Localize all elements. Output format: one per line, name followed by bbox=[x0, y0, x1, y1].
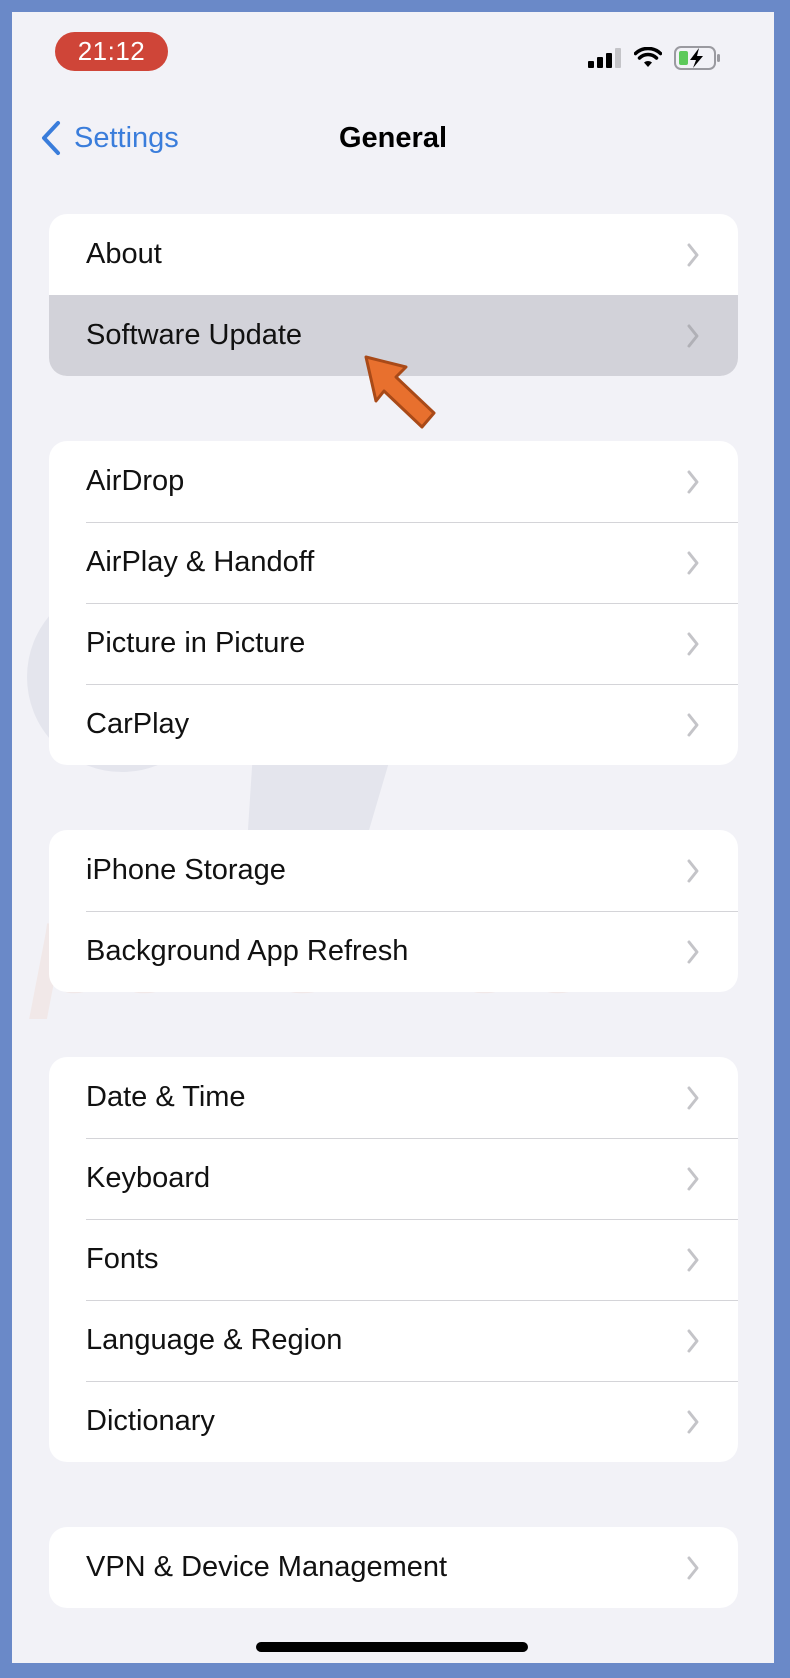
row-label: Keyboard bbox=[86, 1162, 211, 1194]
row-dictionary[interactable]: Dictionary bbox=[49, 1381, 738, 1462]
row-airdrop[interactable]: AirDrop bbox=[49, 441, 738, 522]
chevron-right-icon bbox=[687, 324, 699, 348]
row-picture-in-picture[interactable]: Picture in Picture bbox=[49, 603, 738, 684]
row-about[interactable]: About bbox=[49, 214, 738, 295]
row-label: Picture in Picture bbox=[86, 627, 306, 659]
settings-group-1: About Software Update bbox=[49, 214, 738, 376]
chevron-right-icon bbox=[687, 713, 699, 737]
status-icons bbox=[588, 46, 722, 70]
row-label: VPN & Device Management bbox=[86, 1551, 448, 1583]
phone-screen: pcrisk.com 21:12 Settings General bbox=[12, 12, 774, 1663]
battery-charging-icon bbox=[674, 46, 720, 70]
row-label: Date & Time bbox=[86, 1081, 246, 1113]
home-indicator[interactable] bbox=[256, 1642, 528, 1652]
row-label: AirDrop bbox=[86, 465, 185, 497]
row-label: About bbox=[86, 238, 162, 270]
time-text: 21:12 bbox=[77, 36, 146, 66]
status-time: 21:12 bbox=[55, 32, 168, 71]
settings-group-2: AirDrop AirPlay & Handoff Picture in Pic… bbox=[49, 441, 738, 765]
row-label: AirPlay & Handoff bbox=[86, 546, 315, 578]
row-background-app-refresh[interactable]: Background App Refresh bbox=[49, 911, 738, 992]
settings-group-4: Date & Time Keyboard Fonts Language & Re… bbox=[49, 1057, 738, 1462]
chevron-right-icon bbox=[687, 1410, 699, 1434]
row-iphone-storage[interactable]: iPhone Storage bbox=[49, 830, 738, 911]
row-keyboard[interactable]: Keyboard bbox=[49, 1138, 738, 1219]
chevron-right-icon bbox=[687, 1248, 699, 1272]
row-label: Background App Refresh bbox=[86, 935, 409, 967]
settings-group-5: VPN & Device Management bbox=[49, 1527, 738, 1608]
cellular-signal-icon bbox=[588, 48, 621, 68]
row-label: Software Update bbox=[86, 319, 303, 351]
row-label: Language & Region bbox=[86, 1324, 343, 1356]
row-fonts[interactable]: Fonts bbox=[49, 1219, 738, 1300]
row-label: CarPlay bbox=[86, 708, 190, 740]
row-label: Fonts bbox=[86, 1243, 159, 1275]
row-carplay[interactable]: CarPlay bbox=[49, 684, 738, 765]
row-vpn-device-management[interactable]: VPN & Device Management bbox=[49, 1527, 738, 1608]
chevron-right-icon bbox=[687, 632, 699, 656]
chevron-right-icon bbox=[687, 1086, 699, 1110]
settings-group-3: iPhone Storage Background App Refresh bbox=[49, 830, 738, 992]
chevron-right-icon bbox=[687, 470, 699, 494]
chevron-right-icon bbox=[687, 551, 699, 575]
chevron-right-icon bbox=[687, 1329, 699, 1353]
row-label: iPhone Storage bbox=[86, 854, 286, 886]
chevron-right-icon bbox=[687, 859, 699, 883]
chevron-right-icon bbox=[687, 243, 699, 267]
wifi-icon bbox=[634, 47, 662, 67]
pointer-arrow-icon bbox=[364, 355, 436, 429]
page-title: General bbox=[339, 122, 447, 154]
row-airplay-handoff[interactable]: AirPlay & Handoff bbox=[49, 522, 738, 603]
chevron-right-icon bbox=[687, 940, 699, 964]
row-date-time[interactable]: Date & Time bbox=[49, 1057, 738, 1138]
row-label: Dictionary bbox=[86, 1405, 215, 1437]
chevron-right-icon bbox=[687, 1556, 699, 1580]
row-language-region[interactable]: Language & Region bbox=[49, 1300, 738, 1381]
chevron-right-icon bbox=[687, 1167, 699, 1191]
